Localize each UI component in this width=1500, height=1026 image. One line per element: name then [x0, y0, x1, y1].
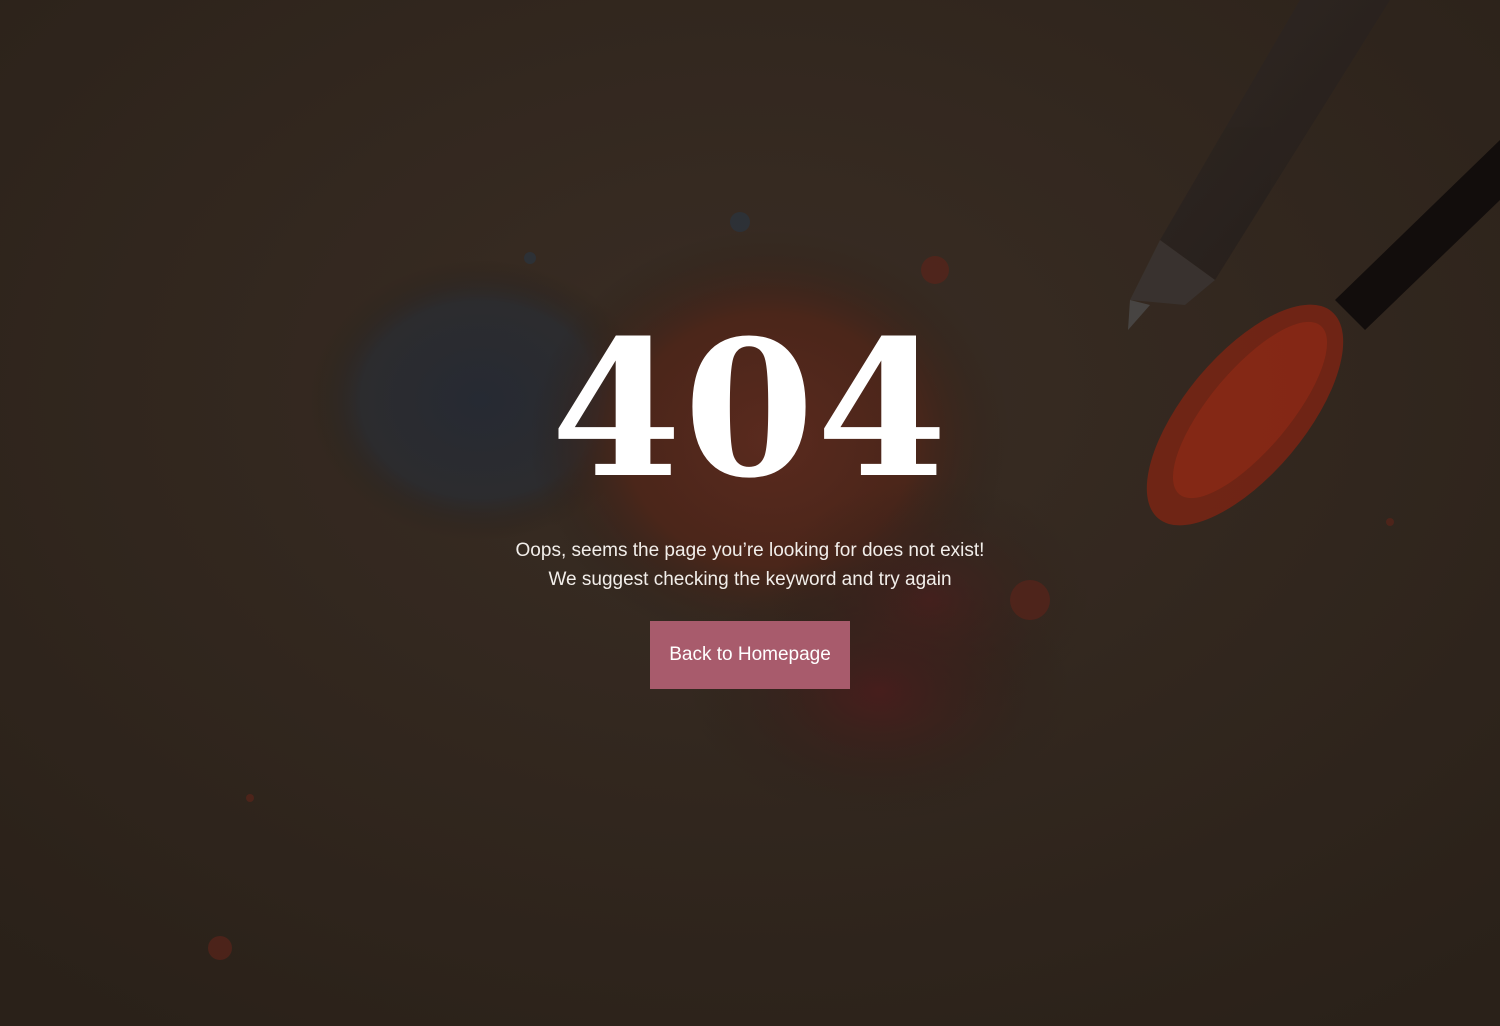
- error-page-hero: 404 Oops, seems the page you’re looking …: [0, 0, 1500, 1026]
- error-content: 404 Oops, seems the page you’re looking …: [0, 0, 1500, 1026]
- error-code-heading: 404: [550, 299, 950, 520]
- error-message: Oops, seems the page you’re looking for …: [0, 536, 1500, 594]
- error-message-line-1: Oops, seems the page you’re looking for …: [515, 540, 985, 561]
- back-to-homepage-button[interactable]: Back to Homepage: [650, 621, 850, 689]
- error-message-line-2: We suggest checking the keyword and try …: [548, 569, 952, 590]
